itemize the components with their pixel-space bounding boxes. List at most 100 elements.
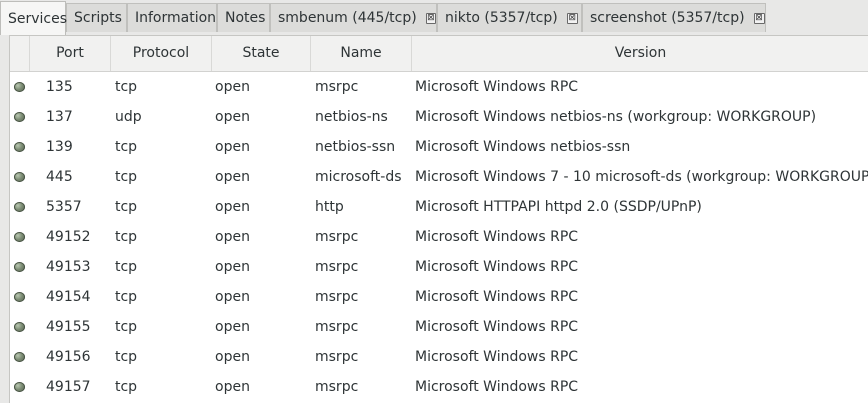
status-led-icon	[14, 322, 25, 332]
tab-label: Services	[8, 10, 68, 27]
state-cell: open	[215, 229, 250, 245]
table-row[interactable]: 137 udp open netbios-ns Microsoft Window…	[10, 102, 868, 132]
status-led-icon	[14, 112, 25, 122]
state-cell: open	[215, 199, 250, 215]
tab-label: Notes	[225, 10, 266, 26]
tab-label: Information	[135, 10, 217, 26]
status-led-icon	[14, 292, 25, 302]
tab-label: Scripts	[74, 10, 122, 26]
name-cell: netbios-ssn	[315, 139, 396, 155]
version-cell: Microsoft HTTPAPI httpd 2.0 (SSDP/UPnP)	[415, 199, 702, 215]
state-cell: open	[215, 79, 250, 95]
protocol-cell: tcp	[115, 79, 138, 95]
port-cell: 49155	[46, 319, 91, 335]
tab-label: screenshot (5357/tcp)	[590, 10, 745, 26]
table-row[interactable]: 49157 tcp open msrpc Microsoft Windows R…	[10, 372, 868, 402]
column-header-protocol[interactable]: Protocol	[111, 36, 212, 71]
status-led-icon	[14, 232, 25, 242]
name-cell: msrpc	[315, 229, 359, 245]
name-cell: msrpc	[315, 259, 359, 275]
protocol-cell: tcp	[115, 169, 138, 185]
services-table: Port Protocol State Name Version 135 tcp…	[9, 35, 868, 403]
port-cell: 49157	[46, 379, 91, 395]
protocol-cell: tcp	[115, 229, 138, 245]
version-cell: Microsoft Windows RPC	[415, 259, 579, 275]
version-cell: Microsoft Windows RPC	[415, 349, 579, 365]
name-cell: msrpc	[315, 379, 359, 395]
version-cell: Microsoft Windows netbios-ns (workgroup:…	[415, 109, 817, 125]
port-cell: 49152	[46, 229, 91, 245]
version-cell: Microsoft Windows RPC	[415, 79, 579, 95]
table-row[interactable]: 139 tcp open netbios-ssn Microsoft Windo…	[10, 132, 868, 162]
table-row[interactable]: 445 tcp open microsoft-ds Microsoft Wind…	[10, 162, 868, 192]
state-cell: open	[215, 349, 250, 365]
protocol-cell: udp	[115, 109, 142, 125]
port-cell: 5357	[46, 199, 82, 215]
tab-notes[interactable]: Notes	[217, 3, 270, 32]
state-cell: open	[215, 109, 250, 125]
status-led-icon	[14, 172, 25, 182]
tab-label: smbenum (445/tcp)	[278, 10, 417, 26]
tab-smbenum[interactable]: smbenum (445/tcp) ⊠	[270, 3, 437, 32]
version-cell: Microsoft Windows RPC	[415, 289, 579, 305]
status-led-icon	[14, 202, 25, 212]
tab-nikto[interactable]: nikto (5357/tcp) ⊠	[437, 3, 582, 32]
name-cell: msrpc	[315, 349, 359, 365]
state-cell: open	[215, 379, 250, 395]
column-header-name[interactable]: Name	[311, 36, 412, 71]
close-icon[interactable]: ⊠	[566, 12, 578, 24]
port-cell: 49156	[46, 349, 91, 365]
port-cell: 137	[46, 109, 73, 125]
port-cell: 49153	[46, 259, 91, 275]
status-led-icon	[14, 382, 25, 392]
column-header-port[interactable]: Port	[30, 36, 111, 71]
name-cell: microsoft-ds	[315, 169, 402, 185]
name-cell: msrpc	[315, 289, 359, 305]
version-cell: Microsoft Windows RPC	[415, 379, 579, 395]
protocol-cell: tcp	[115, 349, 138, 365]
tab-scripts[interactable]: Scripts	[66, 3, 127, 32]
name-cell: msrpc	[315, 319, 359, 335]
protocol-cell: tcp	[115, 319, 138, 335]
tab-bar: Services Scripts Information Notes smben…	[0, 0, 868, 35]
table-row[interactable]: 49155 tcp open msrpc Microsoft Windows R…	[10, 312, 868, 342]
tab-label: nikto (5357/tcp)	[445, 10, 558, 26]
tab-information[interactable]: Information	[127, 3, 217, 32]
table-body: 135 tcp open msrpc Microsoft Windows RPC…	[10, 72, 868, 402]
state-cell: open	[215, 319, 250, 335]
close-icon[interactable]: ⊠	[425, 12, 436, 24]
version-cell: Microsoft Windows RPC	[415, 319, 579, 335]
table-row[interactable]: 49153 tcp open msrpc Microsoft Windows R…	[10, 252, 868, 282]
column-header-version[interactable]: Version	[412, 36, 868, 71]
column-header-state[interactable]: State	[212, 36, 311, 71]
port-cell: 135	[46, 79, 73, 95]
status-led-icon	[14, 142, 25, 152]
name-cell: netbios-ns	[315, 109, 388, 125]
status-led-icon	[14, 262, 25, 272]
table-row[interactable]: 49156 tcp open msrpc Microsoft Windows R…	[10, 342, 868, 372]
version-cell: Microsoft Windows netbios-ssn	[415, 139, 631, 155]
state-cell: open	[215, 259, 250, 275]
table-row[interactable]: 5357 tcp open http Microsoft HTTPAPI htt…	[10, 192, 868, 222]
protocol-cell: tcp	[115, 289, 138, 305]
table-header: Port Protocol State Name Version	[10, 36, 868, 72]
state-cell: open	[215, 169, 250, 185]
protocol-cell: tcp	[115, 259, 138, 275]
version-cell: Microsoft Windows 7 - 10 microsoft-ds (w…	[415, 169, 868, 185]
port-cell: 445	[46, 169, 73, 185]
port-cell: 49154	[46, 289, 91, 305]
tab-services[interactable]: Services	[0, 1, 68, 35]
table-row[interactable]: 49154 tcp open msrpc Microsoft Windows R…	[10, 282, 868, 312]
table-row[interactable]: 135 tcp open msrpc Microsoft Windows RPC	[10, 72, 868, 102]
close-icon[interactable]: ⊠	[753, 12, 765, 24]
name-cell: http	[315, 199, 344, 215]
status-column-header[interactable]	[10, 36, 30, 71]
state-cell: open	[215, 139, 250, 155]
port-cell: 139	[46, 139, 73, 155]
tab-screenshot[interactable]: screenshot (5357/tcp) ⊠	[582, 3, 766, 32]
status-led-icon	[14, 82, 25, 92]
protocol-cell: tcp	[115, 199, 138, 215]
version-cell: Microsoft Windows RPC	[415, 229, 579, 245]
state-cell: open	[215, 289, 250, 305]
table-row[interactable]: 49152 tcp open msrpc Microsoft Windows R…	[10, 222, 868, 252]
